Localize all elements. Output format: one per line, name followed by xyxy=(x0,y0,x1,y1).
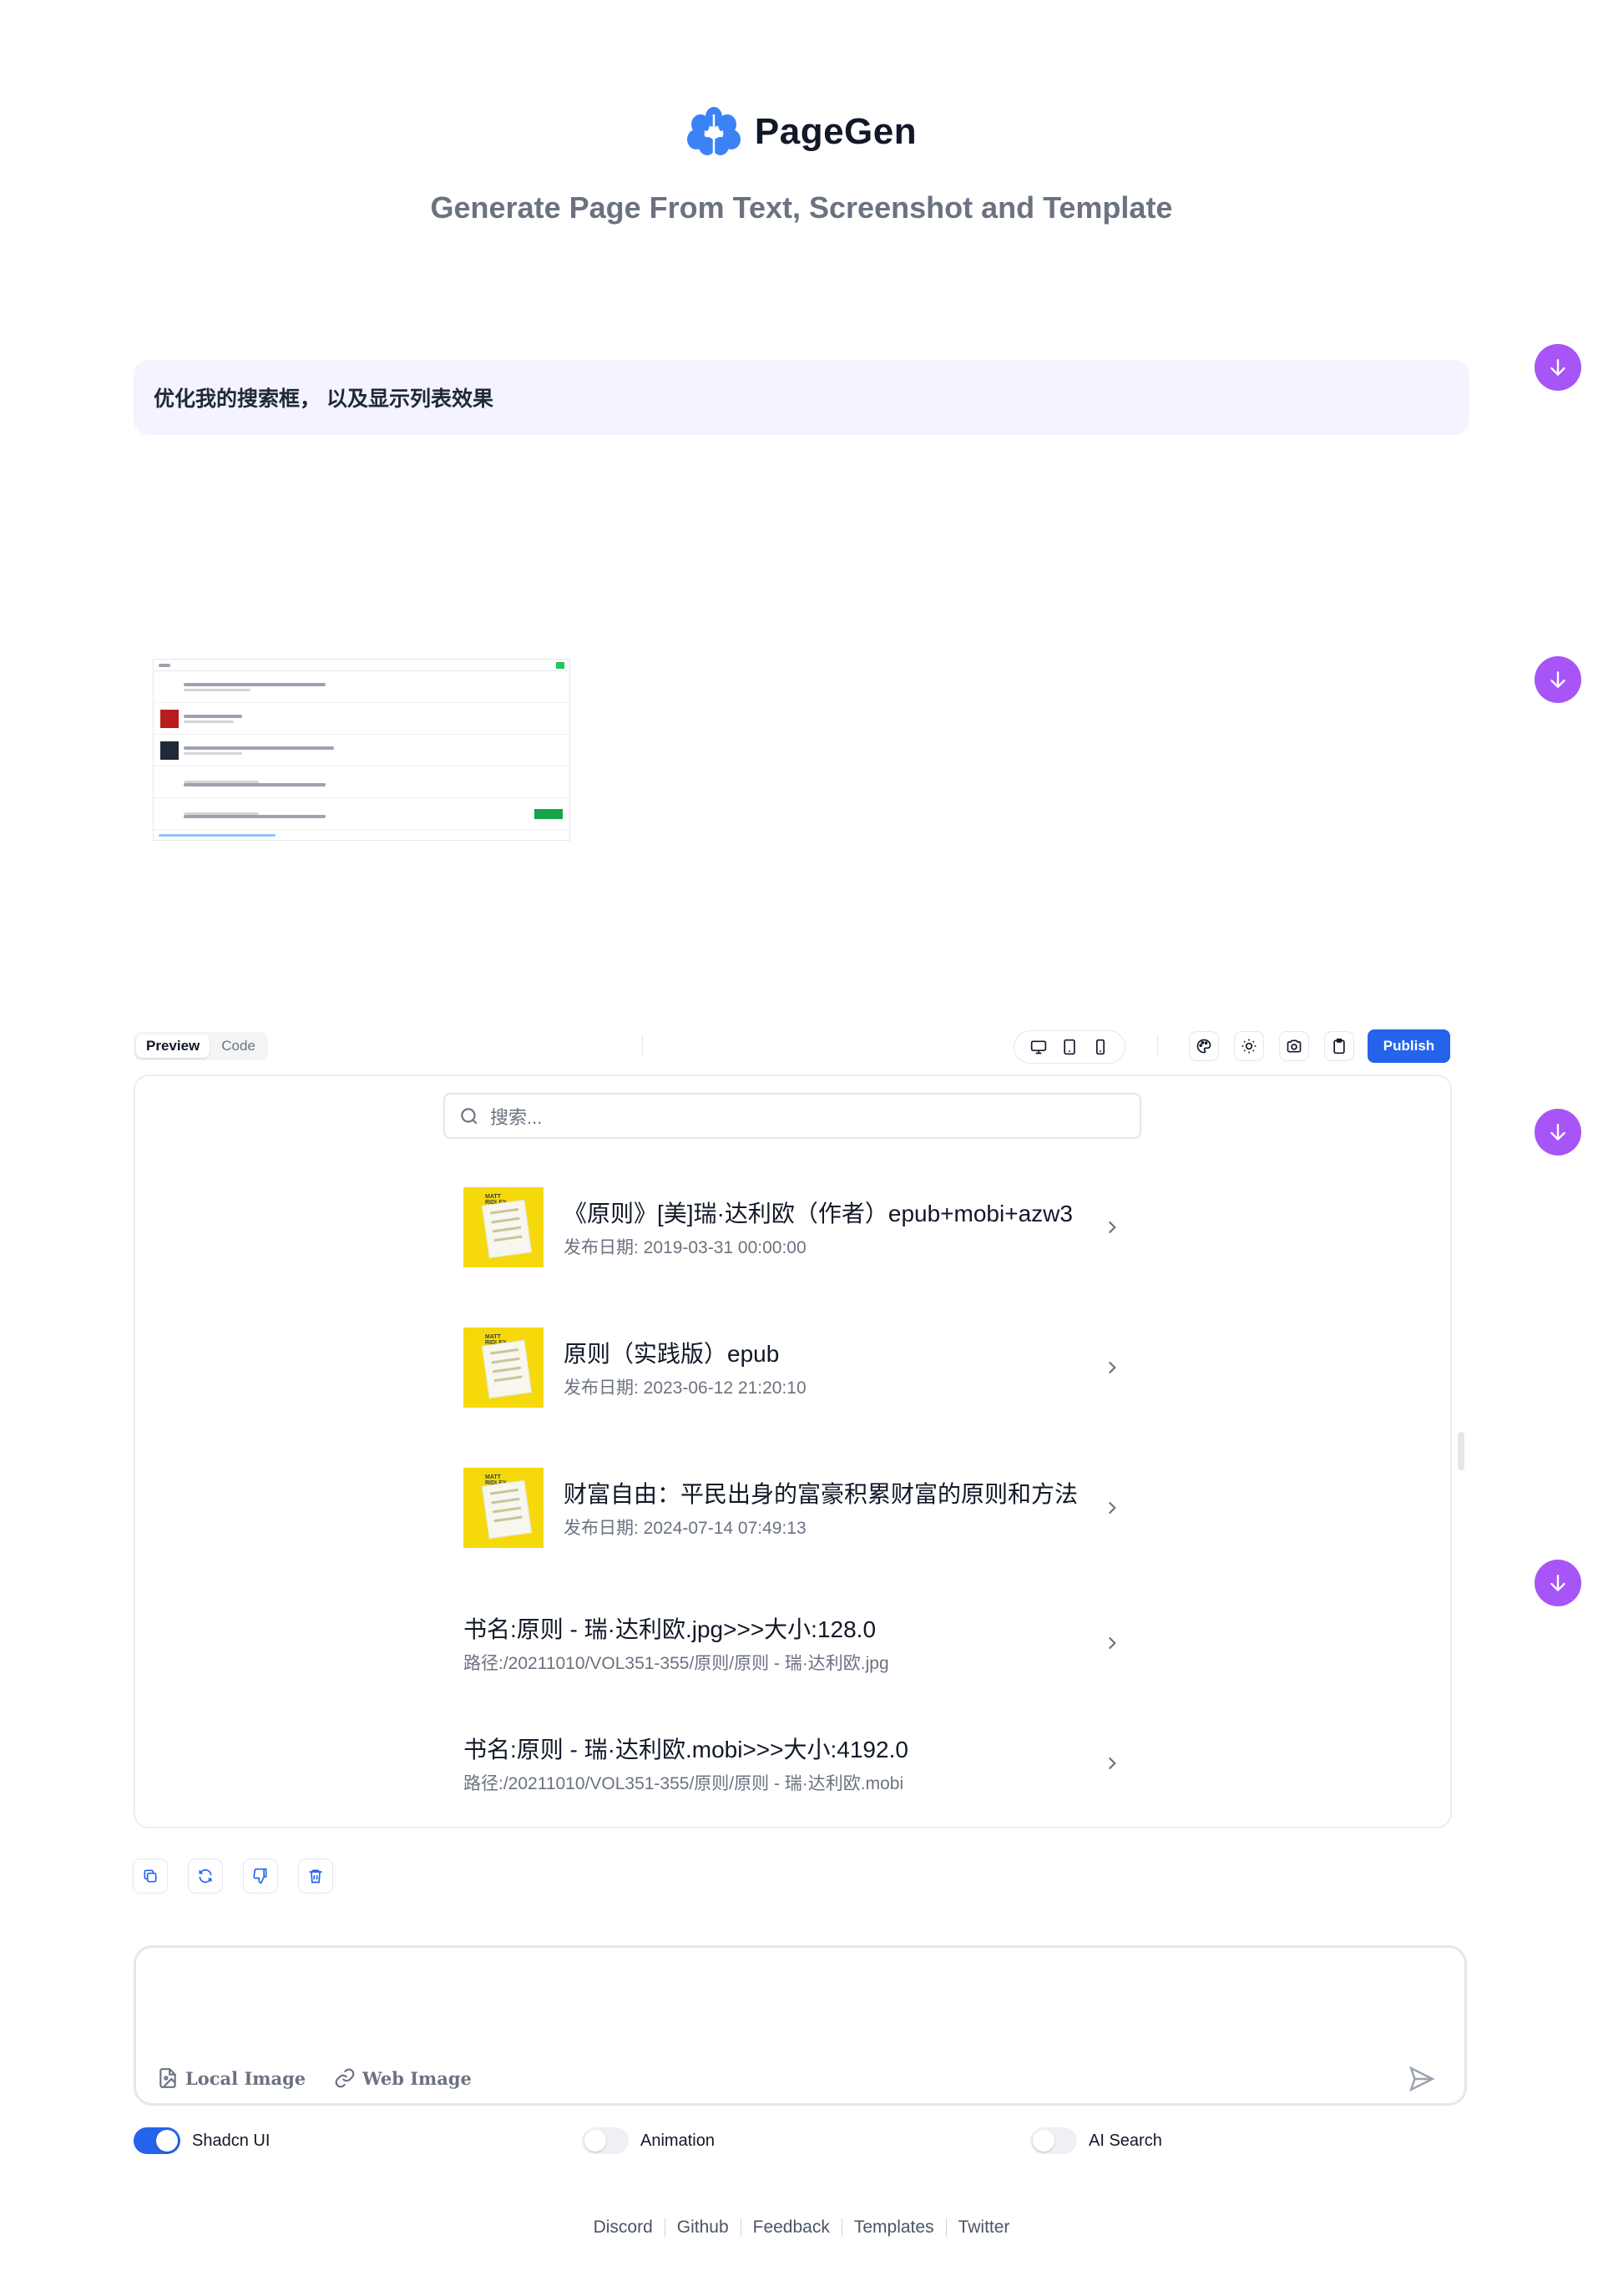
book-cover-image: MATTRIDLEY xyxy=(463,1328,544,1408)
scroll-down-button[interactable] xyxy=(1535,1560,1581,1606)
footer-link-twitter[interactable]: Twitter xyxy=(947,2218,1022,2238)
item-date: 发布日期: 2024-07-14 07:49:13 xyxy=(564,1519,807,1538)
send-icon[interactable] xyxy=(1408,2065,1436,2093)
footer-link-github[interactable]: Github xyxy=(665,2218,741,2238)
local-image-button[interactable]: Local Image xyxy=(157,2067,306,2089)
search-placeholder: 搜索... xyxy=(490,1106,543,1128)
device-switcher xyxy=(1014,1030,1125,1064)
item-date: 发布日期: 2019-03-31 00:00:00 xyxy=(564,1238,807,1257)
toggle-label: Animation xyxy=(640,2131,715,2150)
animation-toggle[interactable]: Animation xyxy=(582,2127,715,2154)
shadcn-ui-toggle[interactable]: Shadcn UI xyxy=(134,2127,270,2154)
publish-button[interactable]: Publish xyxy=(1368,1029,1450,1063)
item-title: 书名:原则 - 瑞·达利欧.jpg>>>大小:128.0 xyxy=(463,1616,877,1642)
book-cover-image: MATTRIDLEY xyxy=(463,1187,544,1267)
toggle-label: AI Search xyxy=(1089,2131,1162,2150)
brain-logo-icon xyxy=(686,107,741,155)
tablet-icon[interactable] xyxy=(1061,1039,1078,1055)
book-cover-image: MATTRIDLEY xyxy=(463,1468,544,1548)
chevron-right-icon xyxy=(1108,1636,1116,1650)
thumbs-down-icon xyxy=(253,1868,267,1884)
arrow-down-icon xyxy=(1550,359,1565,376)
scroll-down-button[interactable] xyxy=(1535,1109,1581,1156)
toggle-switch[interactable] xyxy=(1030,2127,1077,2154)
monitor-icon[interactable] xyxy=(1030,1039,1047,1055)
camera-icon xyxy=(1287,1039,1302,1053)
refresh-icon xyxy=(199,1869,212,1884)
footer-link-discord[interactable]: Discord xyxy=(582,2218,665,2238)
image-file-icon xyxy=(159,2068,176,2088)
view-tabs: Preview Code xyxy=(134,1032,268,1060)
web-image-button[interactable]: Web Image xyxy=(334,2067,472,2089)
item-title: 《原则》[美]瑞·达利欧（作者）epub+mobi+azw3 xyxy=(564,1201,1073,1226)
tab-preview[interactable]: Preview xyxy=(136,1034,210,1058)
item-title: 书名:原则 - 瑞·达利欧.mobi>>>大小:4192.0 xyxy=(463,1737,908,1762)
brand-header: PageGen xyxy=(0,99,1603,165)
theme-toggle-button[interactable] xyxy=(1234,1031,1264,1061)
copy-button[interactable] xyxy=(133,1859,168,1894)
delete-button[interactable] xyxy=(298,1859,333,1894)
search-input[interactable]: 搜索... xyxy=(443,1093,1141,1139)
list-item[interactable]: MATTRIDLEY 原则（实践版）epub 发布日期: 2023-06-12 … xyxy=(463,1328,1123,1408)
list-item[interactable]: MATTRIDLEY 财富自由：平民出身的富豪积累财富的原则和方法 发布日期: … xyxy=(463,1468,1123,1548)
item-date: 发布日期: 2023-06-12 21:20:10 xyxy=(564,1378,807,1398)
list-item[interactable]: 书名:原则 - 瑞·达利欧.jpg>>>大小:128.0 路径:/2021101… xyxy=(463,1611,1123,1675)
web-image-label: Web Image xyxy=(362,2067,472,2089)
arrow-down-icon xyxy=(1550,671,1565,688)
uploaded-screenshot-thumbnail[interactable] xyxy=(153,659,570,841)
link-icon xyxy=(335,2068,355,2088)
footer-link-feedback[interactable]: Feedback xyxy=(741,2218,842,2238)
tagline: Generate Page From Text, Screenshot and … xyxy=(430,190,1173,225)
sun-icon xyxy=(1241,1039,1257,1054)
toolbar-divider xyxy=(642,1035,643,1055)
trash-icon xyxy=(309,1869,322,1884)
arrow-down-icon xyxy=(1550,1575,1565,1591)
chevron-right-icon xyxy=(1108,1501,1116,1515)
dislike-button[interactable] xyxy=(243,1859,278,1894)
search-icon xyxy=(461,1107,478,1124)
screenshot-button[interactable] xyxy=(1279,1031,1309,1061)
chevron-right-icon xyxy=(1108,1361,1116,1374)
item-title: 财富自由：平民出身的富豪积累财富的原则和方法 xyxy=(564,1481,1079,1507)
palette-icon xyxy=(1196,1039,1211,1054)
chevron-right-icon xyxy=(1108,1757,1116,1770)
list-item[interactable]: 书名:原则 - 瑞·达利欧.mobi>>>大小:4192.0 路径:/20211… xyxy=(463,1732,1123,1795)
clipboard-icon xyxy=(1333,1038,1345,1054)
regenerate-button[interactable] xyxy=(188,1859,223,1894)
toggle-switch[interactable] xyxy=(134,2127,180,2154)
preview-resize-handle[interactable] xyxy=(1458,1432,1464,1470)
list-item[interactable]: MATTRIDLEY 《原则》[美]瑞·达利欧（作者）epub+mobi+azw… xyxy=(463,1187,1123,1267)
user-prompt-bubble: 优化我的搜索框， 以及显示列表效果 xyxy=(134,360,1469,435)
item-path: 路径:/20211010/VOL351-355/原则/原则 - 瑞·达利欧.mo… xyxy=(463,1774,904,1793)
ai-search-toggle[interactable]: AI Search xyxy=(1030,2127,1162,2154)
copy-clipboard-button[interactable] xyxy=(1324,1031,1354,1061)
scroll-down-button[interactable] xyxy=(1535,656,1581,703)
footer-links: Discord Github Feedback Templates Twitte… xyxy=(0,2218,1603,2238)
arrow-down-icon xyxy=(1550,1124,1565,1140)
toolbar-divider xyxy=(1157,1035,1158,1055)
item-title: 原则（实践版）epub xyxy=(564,1341,780,1367)
local-image-label: Local Image xyxy=(185,2067,306,2089)
footer-link-templates[interactable]: Templates xyxy=(842,2218,946,2238)
toggle-switch[interactable] xyxy=(582,2127,629,2154)
scroll-down-button[interactable] xyxy=(1535,344,1581,391)
tab-code[interactable]: Code xyxy=(211,1034,265,1058)
theme-palette-button[interactable] xyxy=(1189,1031,1219,1061)
copy-icon xyxy=(144,1869,157,1883)
toggle-label: Shadcn UI xyxy=(192,2131,271,2150)
brand-name: PageGen xyxy=(754,111,918,152)
chevron-right-icon xyxy=(1108,1221,1116,1234)
item-path: 路径:/20211010/VOL351-355/原则/原则 - 瑞·达利欧.jp… xyxy=(463,1654,889,1673)
phone-icon[interactable] xyxy=(1092,1039,1109,1055)
